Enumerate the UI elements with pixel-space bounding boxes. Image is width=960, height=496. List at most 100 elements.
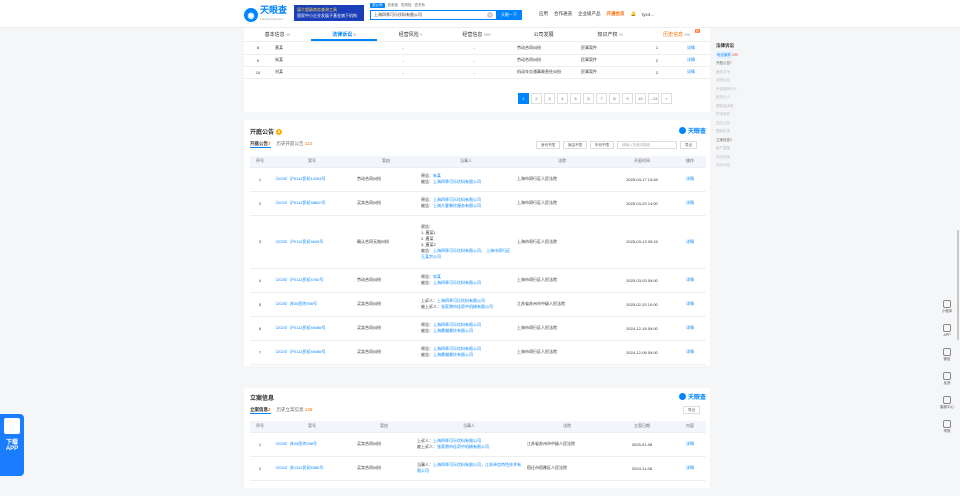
detail-link[interactable]: 详情 bbox=[674, 167, 706, 192]
tab-history[interactable]: 历史信息 999 新 bbox=[643, 28, 710, 41]
case-number-link[interactable]: （2024）沪0112民初48820号 bbox=[270, 191, 354, 216]
right-nav-item[interactable]: 送达公告 bbox=[716, 119, 756, 128]
right-nav-item[interactable]: 破产重整 bbox=[716, 144, 756, 153]
page-button[interactable]: 9 bbox=[622, 93, 633, 104]
customer-service-button[interactable]: 客服中心 bbox=[938, 396, 956, 410]
detail-link[interactable]: 详情 bbox=[672, 42, 710, 55]
report-button[interactable]: 举报 bbox=[938, 420, 956, 434]
detail-link[interactable]: 详情 bbox=[672, 54, 710, 67]
search-tab-boss[interactable]: 查老板 bbox=[388, 3, 399, 8]
party-link[interactable]: 上海四季可乐饮料有限公司 bbox=[433, 197, 481, 202]
court-export-button[interactable]: 导出 bbox=[680, 141, 697, 149]
page-button[interactable]: ...13 bbox=[648, 93, 659, 104]
subtab-court[interactable]: 开庭公告7 bbox=[250, 141, 271, 148]
party-link[interactable]: 朱某 bbox=[433, 173, 441, 178]
download-app-badge[interactable]: 下载 APP bbox=[0, 414, 24, 476]
detail-link[interactable]: 详情 bbox=[674, 215, 706, 269]
case-number-link[interactable]: （2025）苏05民终398号 bbox=[270, 292, 354, 317]
detail-link[interactable]: 详情 bbox=[674, 316, 706, 341]
tab-operation[interactable]: 经营信息 999+ bbox=[444, 28, 511, 41]
right-nav-item[interactable]: 司法拍卖 bbox=[716, 153, 756, 162]
page-button[interactable]: 1 bbox=[518, 93, 529, 104]
tab-development[interactable]: 公司发展 bbox=[510, 28, 577, 41]
filing-export-button[interactable]: 导出 bbox=[683, 406, 700, 414]
case-number-link[interactable]: （2024）沪0112民初49486号 bbox=[270, 340, 354, 365]
search-tab-risk[interactable]: 查风险 bbox=[401, 3, 412, 8]
party-link[interactable]: 上海四季可乐饮料有限公司 bbox=[433, 346, 481, 351]
nav-vip[interactable]: 开通会员 bbox=[607, 11, 625, 17]
case-number-link[interactable]: （2024）沪0112民初49486号 bbox=[270, 316, 354, 341]
page-button[interactable]: > bbox=[661, 93, 672, 104]
detail-link[interactable]: 详情 bbox=[674, 268, 706, 293]
page-button[interactable]: 2 bbox=[531, 93, 542, 104]
right-nav-item[interactable]: 被执行人 bbox=[716, 93, 756, 102]
search-input[interactable]: 上海四季可乐饮料有限公司 × bbox=[370, 10, 496, 20]
nav-enterprise[interactable]: 企业级产品 bbox=[578, 11, 601, 17]
right-nav-item[interactable]: 司法案件299 bbox=[716, 50, 756, 59]
logo[interactable]: ◉ 天眼查 TianYanCha.com bbox=[244, 6, 287, 24]
tab-ip[interactable]: 知识产权 99 bbox=[577, 28, 644, 41]
tab-basic[interactable]: 基本信息 99 bbox=[244, 28, 311, 41]
clear-icon[interactable]: × bbox=[487, 12, 493, 18]
party-link[interactable]: 上海四季可乐饮料有限公司 bbox=[433, 280, 481, 285]
party-link[interactable]: 上海鼎福餐饮有限公司 bbox=[433, 328, 473, 333]
case-number-link[interactable]: （2025）沪0112民初4645号 bbox=[270, 215, 354, 269]
detail-link[interactable]: 详情 bbox=[674, 191, 706, 216]
bell-icon[interactable]: 🔔 bbox=[631, 11, 637, 17]
party-link[interactable]: 上海四季可乐饮料有限公司 bbox=[433, 179, 481, 184]
right-nav-item[interactable]: 限制高消费 bbox=[716, 102, 756, 111]
right-nav-item[interactable]: 立案信息2 bbox=[716, 136, 756, 145]
case-number-link[interactable]: （2024）苏1311民初6385号 bbox=[270, 456, 354, 481]
party-link[interactable]: 上海四季可乐饮料有限公司，江苏卓信特色技术有限公司 bbox=[417, 462, 521, 473]
page-button[interactable]: 6 bbox=[583, 93, 594, 104]
nav-apps[interactable]: 应用 bbox=[539, 11, 548, 17]
right-nav-item[interactable]: 法院公告 bbox=[716, 76, 756, 85]
search-button[interactable]: 天眼一下 bbox=[496, 10, 522, 20]
party-link[interactable]: 张家港市佳奇中机械有限公司 bbox=[437, 444, 489, 449]
search-tab-company[interactable]: 查公司 bbox=[370, 2, 385, 8]
page-button[interactable]: 3 bbox=[544, 93, 555, 104]
detail-link[interactable]: 详情 bbox=[672, 66, 710, 79]
detail-link[interactable]: 详情 bbox=[674, 456, 706, 481]
court-search-input[interactable]: 请输入关键词搜索 bbox=[617, 141, 677, 149]
party-link[interactable]: 上海四季可乐饮料有限公司 bbox=[433, 322, 481, 327]
party-link[interactable]: 上海四季可乐饮料有限公司， 上海市闵行区王某宗公司 bbox=[421, 248, 510, 259]
feedback-button[interactable]: 反馈 bbox=[938, 372, 956, 386]
right-nav-item[interactable]: 限制出境 bbox=[716, 127, 756, 136]
scrollbar[interactable] bbox=[957, 230, 959, 340]
detail-link[interactable]: 详情 bbox=[674, 292, 706, 317]
promo-banner[interactable]: 媒介超级商务查询工具 国家中小企业发展子基金旗下机构 bbox=[294, 5, 364, 21]
party-link[interactable]: 上海大客餐饮服务有限公司 bbox=[433, 203, 481, 208]
wechat-button[interactable]: 微信 bbox=[938, 348, 956, 362]
right-nav-item[interactable]: 询价评估 bbox=[716, 161, 756, 170]
nav-user[interactable]: tyc4... bbox=[642, 12, 654, 17]
tab-legal[interactable]: 法律诉讼 9 bbox=[310, 28, 378, 41]
party-link[interactable]: 上海四季可乐饮料有限公司 bbox=[433, 438, 481, 443]
app-button[interactable]: APP bbox=[938, 324, 956, 337]
subtab-filing[interactable]: 立案信息2 bbox=[250, 407, 271, 414]
detail-link[interactable]: 详情 bbox=[674, 432, 706, 457]
page-button[interactable]: 10 bbox=[635, 93, 646, 104]
right-nav-item[interactable]: 失信被执行人 bbox=[716, 85, 756, 94]
page-button[interactable]: 4 bbox=[557, 93, 568, 104]
right-nav-item[interactable]: 开庭公告7 bbox=[716, 59, 756, 68]
party-link[interactable]: 张家港市佳奇中机械有限公司 bbox=[441, 304, 493, 309]
right-nav-item[interactable]: 终本案件 bbox=[716, 110, 756, 119]
page-button[interactable]: 7 bbox=[596, 93, 607, 104]
party-link[interactable]: 上海鼎福餐饮有限公司 bbox=[433, 352, 473, 357]
party-link[interactable]: 宋某 bbox=[433, 274, 441, 279]
tab-risk[interactable]: 经营风险 9 bbox=[377, 28, 444, 41]
right-nav-item[interactable]: 裁判文书 bbox=[716, 68, 756, 77]
search-tab-relation[interactable]: 查关系 bbox=[415, 3, 426, 8]
filter-year[interactable]: 年份不限 bbox=[590, 141, 614, 149]
detail-link[interactable]: 详情 bbox=[674, 340, 706, 365]
case-number-link[interactable]: （2025）沪0112民初12264号 bbox=[270, 167, 354, 192]
case-number-link[interactable]: （2025）沪0112民初4760号 bbox=[270, 268, 354, 293]
nav-partner[interactable]: 合作通道 bbox=[554, 11, 572, 17]
mini-program-button[interactable]: 小程序 bbox=[938, 300, 956, 314]
filter-reason[interactable]: 案由不限 bbox=[563, 141, 587, 149]
page-button[interactable]: 5 bbox=[570, 93, 581, 104]
subtab-court-history[interactable]: 历史开庭公告 113 bbox=[277, 141, 312, 148]
page-button[interactable]: 8 bbox=[609, 93, 620, 104]
subtab-filing-history[interactable]: 历史立案信息 149 bbox=[277, 407, 313, 414]
